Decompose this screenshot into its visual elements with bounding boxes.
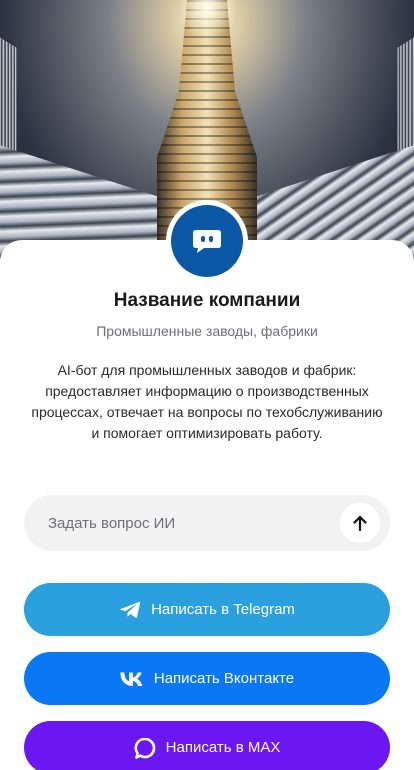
vk-icon: [120, 672, 144, 686]
send-button[interactable]: [340, 503, 380, 543]
telegram-icon: [119, 601, 141, 619]
vk-button-label: Написать Вконтакте: [153, 670, 295, 687]
page: Название компании Промышленные заводы, ф…: [0, 0, 414, 770]
company-category: Промышленные заводы, фабрики: [96, 323, 318, 339]
hero-light-glow: [177, 0, 237, 40]
max-icon: [134, 737, 156, 759]
company-name: Название компании: [113, 290, 301, 311]
ask-ai-box: [24, 495, 390, 551]
max-button-label: Написать в MAX: [165, 739, 281, 756]
max-button[interactable]: Написать в MAX: [24, 721, 390, 770]
ask-ai-input[interactable]: [48, 495, 348, 551]
avatar: [171, 205, 243, 277]
vk-button[interactable]: Написать Вконтакте: [24, 652, 390, 705]
chat-bot-icon: [193, 230, 221, 253]
telegram-button[interactable]: Написать в Telegram: [24, 583, 390, 636]
telegram-button-label: Написать в Telegram: [151, 601, 295, 618]
arrow-up-icon: [353, 515, 367, 532]
company-description: AI-бот для промышленных заводов и фабрик…: [31, 362, 383, 441]
